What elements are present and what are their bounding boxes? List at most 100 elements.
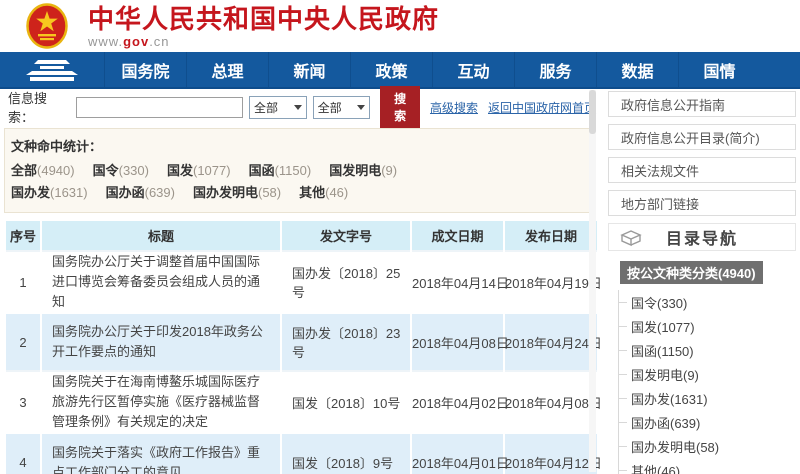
stat-count: (330) [118,163,149,178]
category-select-value: 全部 [254,100,279,115]
doc-type-tree: 国令(330) 国发(1077) 国函(1150) 国发明电(9) 国办发(16… [618,290,796,474]
tree-item-guobanfamingdian[interactable]: 国办发明电(58) [619,434,796,458]
tree-item-guoling[interactable]: 国令(330) [619,290,796,314]
stat-link-guofa[interactable]: 国发(1077) [167,160,231,182]
sidebar-item-local-links[interactable]: 地方部门链接 [608,190,796,216]
search-input[interactable] [76,96,244,118]
stat-count: (1077) [192,163,231,178]
row-date-written: 2018年04月14日 [410,250,509,313]
doctype-select[interactable]: 全部 [312,95,371,119]
row-date-written: 2018年04月02日 [410,370,509,433]
stat-label: 全部 [11,163,38,178]
nav-item-guowuyuan[interactable]: 国务院 [104,52,186,87]
nav-item-guoqing[interactable]: 国情 [678,52,760,87]
stat-link-guohan[interactable]: 国函(1150) [249,160,312,182]
nav-item-hudong[interactable]: 互动 [432,52,514,87]
stat-label: 国办函 [105,185,145,200]
header-date-written: 成文日期 [410,221,504,251]
tree-item-guofamingdian[interactable]: 国发明电(9) [619,362,796,386]
header-date-published: 发布日期 [503,221,597,251]
document-title-link[interactable]: 国务院办公厅关于调整首届中国国际进口博览会筹备委员会组成人员的通知 [40,250,281,313]
sidebar: 政府信息公开指南 政府信息公开目录(简介) 相关法规文件 地方部门链接 目录导航… [608,91,796,474]
row-date-written: 2018年04月08日 [410,312,509,371]
main-column: 信息搜索： 全部 全部 搜索 高级搜索 返回中国政府网首页 文种命中统计： 全部 [4,86,602,474]
stat-count: (4940) [37,163,75,178]
row-date-written: 2018年04月01日 [410,432,509,474]
row-no: 4 [4,432,41,474]
search-button[interactable]: 搜索 [380,86,420,128]
nav-home-button[interactable] [0,52,104,87]
stat-link-guobanhan[interactable]: 国办函(639) [106,182,175,204]
stat-label: 国令 [92,163,119,178]
row-date-published: 2018年04月08日 [503,370,602,433]
document-title-link[interactable]: 国务院关于落实《政府工作报告》重点工作部门分工的意见 [40,432,281,474]
tree-item-guofa[interactable]: 国发(1077) [619,314,796,338]
advanced-search-link[interactable]: 高级搜索 [430,99,478,116]
tree-item-guobanfa[interactable]: 国办发(1631) [619,386,796,410]
sidebar-item-disclosure-catalog[interactable]: 政府信息公开目录(简介) [608,124,796,150]
sidebar-item-regulations[interactable]: 相关法规文件 [608,157,796,183]
tree-item-qita[interactable]: 其他(46) [619,458,796,474]
nav-item-zhengce[interactable]: 政策 [350,52,432,87]
row-doc-no: 国办发〔2018〕23号 [280,312,411,371]
chevron-down-icon [293,104,302,110]
catalog-icon [620,230,642,247]
main-nav: 国务院 总理 新闻 政策 互动 服务 数据 国情 [0,52,800,89]
row-doc-no: 国发〔2018〕10号 [280,370,411,433]
catalog-nav-title: 目录导航 [665,231,738,248]
stat-link-qita[interactable]: 其他(46) [299,182,348,204]
stat-link-guobanfa[interactable]: 国办发(1631) [11,182,88,204]
nav-item-xinwen[interactable]: 新闻 [268,52,350,87]
table-row: 3 国务院关于在海南博鳌乐城国际医疗旅游先行区暂停实施《医疗器械监督管理条例》有… [4,370,602,433]
tree-item-guobanhan[interactable]: 国办函(639) [619,410,796,434]
row-date-published: 2018年04月24日 [503,312,602,371]
row-doc-no: 国办发〔2018〕25号 [280,250,411,313]
gov-portal-page: 中华人民共和国中央人民政府 www.gov.cn 国务院 总理 新闻 政策 互动… [0,0,800,474]
table-row: 2 国务院办公厅关于印发2018年政务公开工作要点的通知 国办发〔2018〕23… [4,312,602,371]
brand: 中华人民共和国中央人民政府 www.gov.cn [88,4,439,49]
row-no: 3 [4,370,41,433]
url-cn: .cn [149,34,170,49]
stat-count: (9) [381,163,398,178]
stat-label: 国发明电 [329,163,382,178]
stat-count: (58) [257,185,282,200]
tree-item-guohan[interactable]: 国函(1150) [619,338,796,362]
row-no: 2 [4,312,41,371]
stats-row-2: 国办发(1631) 国办函(639) 国办发明电(58) 其他(46) [11,182,589,204]
nav-item-zongli[interactable]: 总理 [186,52,268,87]
table-row: 4 国务院关于落实《政府工作报告》重点工作部门分工的意见 国发〔2018〕9号 … [4,432,602,474]
document-title-link[interactable]: 国务院关于在海南博鳌乐城国际医疗旅游先行区暂停实施《医疗器械监督管理条例》有关规… [40,370,281,433]
row-doc-no: 国发〔2018〕9号 [280,432,411,474]
stat-label: 国办发明电 [192,185,258,200]
catalog-nav-header: 目录导航 [608,223,796,251]
table-header-row: 序号 标题 发文字号 成文日期 发布日期 [4,221,597,251]
stat-count: (1150) [274,163,312,178]
category-select[interactable]: 全部 [249,95,307,119]
scrollbar-thumb[interactable] [589,90,596,134]
stat-link-all[interactable]: 全部(4940) [11,160,75,182]
back-home-link[interactable]: 返回中国政府网首页 [488,99,596,116]
search-label: 信息搜索： [8,91,48,125]
stats-row-1: 全部(4940) 国令(330) 国发(1077) 国函(1150) 国发明电(… [11,160,589,182]
stat-count: (46) [325,185,349,200]
stat-label: 其他 [299,185,326,200]
header-no: 序号 [4,221,41,251]
site-header: 中华人民共和国中央人民政府 www.gov.cn [0,0,800,52]
nav-item-shuju[interactable]: 数据 [596,52,678,87]
stat-link-guoling[interactable]: 国令(330) [93,160,149,182]
tree-item-by-doc-type-selected[interactable]: 按公文种类分类(4940) [620,261,763,284]
stat-link-guofamingdian[interactable]: 国发明电(9) [329,160,397,182]
sidebar-item-disclosure-guide[interactable]: 政府信息公开指南 [608,91,796,117]
search-bar: 信息搜索： 全部 全部 搜索 高级搜索 返回中国政府网首页 [4,86,596,128]
header-doc-no: 发文字号 [280,221,411,251]
stat-link-guobanfamingdian[interactable]: 国办发明电(58) [193,182,281,204]
document-title-link[interactable]: 国务院办公厅关于印发2018年政务公开工作要点的通知 [40,312,281,371]
document-table: 序号 标题 发文字号 成文日期 发布日期 1 国务院办公厅关于调整首届中国国际进… [4,221,602,474]
stat-label: 国办发 [11,185,51,200]
stats-title: 文种命中统计： [11,139,103,154]
stat-count: (1631) [50,185,88,200]
url-www: www. [88,34,124,49]
scrollbar-track[interactable] [589,90,596,472]
nav-item-fuwu[interactable]: 服务 [514,52,596,87]
stat-label: 国发 [166,163,193,178]
